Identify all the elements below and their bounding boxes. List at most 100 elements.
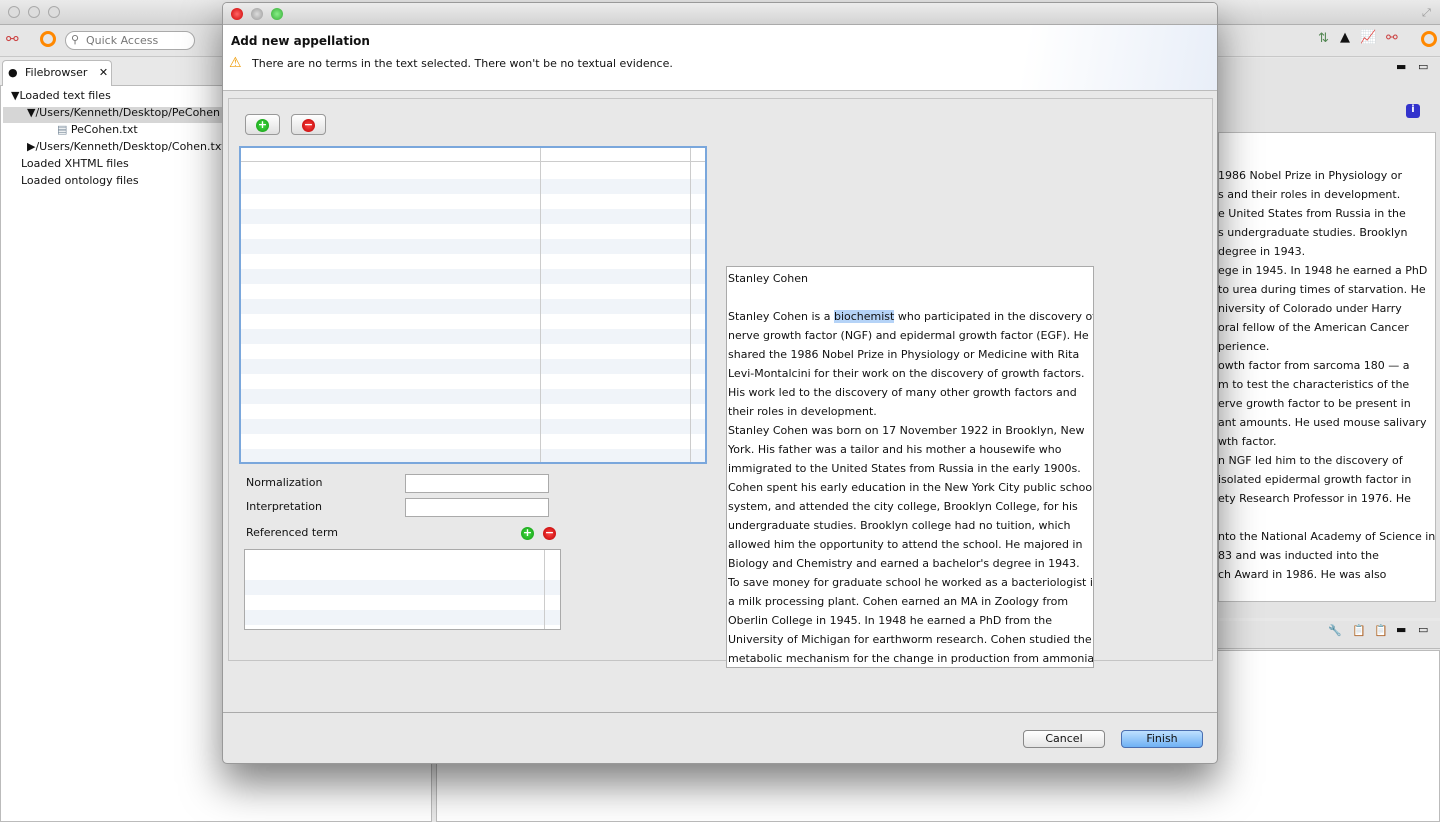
pyramid-icon[interactable]: ▲ — [1340, 30, 1350, 45]
text-line: Stanley Cohen was born on 17 November 19… — [728, 424, 1085, 437]
text-line: Stanley Cohen is a biochemist who partic… — [728, 310, 1094, 323]
zoom-window-button[interactable] — [48, 6, 60, 18]
text-line: University of Michigan for earthworm res… — [728, 633, 1092, 646]
text-line: a milk processing plant. Cohen earned an… — [728, 595, 1069, 608]
table-row[interactable] — [241, 389, 705, 404]
close-tab-icon[interactable]: ✕ — [99, 66, 108, 79]
tree-item-pecohen-folder[interactable]: ▼/Users/Kenneth/Desktop/PeCohen — [27, 106, 220, 119]
tree-item-loaded-xhtml[interactable]: Loaded XHTML files — [21, 157, 129, 170]
lower-right-toolbar: 🔧 📋 📋 ▬ ▭ — [1218, 621, 1440, 649]
remove-button[interactable]: − — [291, 114, 326, 135]
background-text-line: nto the National Academy of Science in — [1218, 530, 1436, 543]
tab-filebrowser[interactable]: ● Filebrowser ✕ — [2, 60, 112, 86]
table-row[interactable] — [241, 449, 705, 462]
dialog-close-button[interactable] — [231, 8, 243, 20]
dialog-minimize-button[interactable] — [251, 8, 263, 20]
text-line: metabolic mechanism for the change in pr… — [728, 652, 1094, 665]
add-clipboard-icon[interactable]: 📋 — [1374, 624, 1388, 637]
info-icon[interactable]: i — [1406, 104, 1420, 118]
table-row[interactable] — [241, 329, 705, 344]
normalization-input[interactable] — [405, 474, 549, 493]
background-text-line: degree in 1943. — [1218, 245, 1306, 258]
table-row[interactable] — [241, 359, 705, 374]
minus-icon: − — [302, 118, 315, 132]
tree-item-loaded-text-files[interactable]: ▼Loaded text files — [11, 89, 111, 102]
table-row[interactable] — [241, 269, 705, 284]
table-row[interactable] — [245, 580, 560, 595]
background-text-line: wth factor. — [1218, 435, 1277, 448]
add-button[interactable]: + — [245, 114, 280, 135]
referenced-term-table[interactable] — [244, 549, 561, 630]
table-row[interactable] — [241, 209, 705, 224]
network-icon-right[interactable]: ⚯ — [1386, 30, 1398, 46]
background-text-line: ege in 1945. In 1948 he earned a PhD — [1218, 264, 1428, 277]
normalization-label: Normalization — [246, 476, 323, 489]
background-text-line: isolated epidermal growth factor in — [1218, 473, 1412, 486]
warning-icon: ⚠ — [229, 55, 242, 71]
add-appellation-dialog: Add new appellation ⚠ There are no terms… — [222, 2, 1218, 764]
wrench-icon[interactable]: 🔧 — [1328, 624, 1342, 637]
appellation-table[interactable] — [239, 146, 707, 464]
text-title: Stanley Cohen — [728, 272, 808, 285]
filebrowser-icon: ● — [8, 66, 18, 79]
chart-icon[interactable]: 📈 — [1360, 30, 1376, 45]
text-line: their roles in development. — [728, 405, 877, 418]
table-row[interactable] — [241, 419, 705, 434]
background-text-line: n NGF led him to the discovery of — [1218, 454, 1403, 467]
warning-message: There are no terms in the text selected.… — [252, 57, 673, 70]
table-row[interactable] — [241, 299, 705, 314]
appellation-group: + − Normalization Interpretation Referen… — [228, 98, 1213, 668]
table-row[interactable] — [241, 239, 705, 254]
minimize-icon[interactable]: ▬ — [1396, 60, 1406, 73]
tree-item-cohen-file[interactable]: ▶/Users/Kenneth/Desktop/Cohen.txt — [27, 140, 226, 153]
table-row[interactable] — [245, 610, 560, 625]
text-line: York. His father was a tailor and his mo… — [728, 443, 1062, 456]
source-text-area[interactable]: Stanley Cohen Stanley Cohen is a biochem… — [726, 266, 1094, 668]
maximize-icon[interactable]: ▭ — [1418, 60, 1428, 73]
sort-icon[interactable]: ⇅ — [1318, 31, 1329, 46]
interpretation-input[interactable] — [405, 498, 549, 517]
referenced-term-label: Referenced term — [246, 526, 338, 539]
plus-icon: + — [256, 118, 269, 132]
background-text-line: erve growth factor to be present in — [1218, 397, 1411, 410]
background-text-line: owth factor from sarcoma 180 — a — [1218, 359, 1410, 372]
background-text-line: oral fellow of the American Cancer — [1218, 321, 1409, 334]
fullscreen-icon[interactable]: ⤢ — [1422, 6, 1431, 20]
text-line: To save money for graduate school he wor… — [728, 576, 1094, 589]
search-icon: ⚲ — [71, 33, 80, 46]
perspective-icon[interactable] — [40, 31, 56, 47]
network-icon[interactable]: ⚯ — [6, 30, 19, 48]
text-line: Levi-Montalcini for their work on the di… — [728, 367, 1085, 380]
text-line: Cohen spent his early education in the N… — [728, 481, 1094, 494]
text-line: His work led to the discovery of many ot… — [728, 386, 1077, 399]
table-header — [241, 148, 705, 162]
edit-clipboard-icon[interactable]: 📋 — [1352, 624, 1366, 637]
tree-item-pecohen-file[interactable]: ▤ PeCohen.txt — [57, 123, 138, 136]
text-line: Biology and Chemistry and earned a bache… — [728, 557, 1080, 570]
interpretation-label: Interpretation — [246, 500, 322, 513]
background-text-line: 1986 Nobel Prize in Physiology or — [1218, 169, 1402, 182]
background-text-line: m to test the characteristics of the — [1218, 378, 1410, 391]
add-referenced-term-icon[interactable]: + — [521, 527, 534, 540]
table-row[interactable] — [241, 179, 705, 194]
close-window-button[interactable] — [8, 6, 20, 18]
dialog-header: Add new appellation ⚠ There are no terms… — [223, 25, 1217, 91]
minimize-icon-lower[interactable]: ▬ — [1396, 623, 1406, 636]
background-text-line: ch Award in 1986. He was also — [1218, 568, 1387, 581]
perspective-icon-right[interactable] — [1421, 31, 1437, 47]
minimize-window-button[interactable] — [28, 6, 40, 18]
background-text-line: e United States from Russia in the — [1218, 207, 1406, 220]
finish-button[interactable]: Finish — [1121, 730, 1203, 748]
background-text-line: ant amounts. He used mouse salivary — [1218, 416, 1427, 429]
text-line: undergraduate studies. Brooklyn college … — [728, 519, 1071, 532]
quick-access-input[interactable]: ⚲ Quick Access — [65, 31, 195, 50]
dialog-title: Add new appellation — [231, 34, 370, 48]
selected-text[interactable]: biochemist — [833, 310, 895, 323]
cancel-button[interactable]: Cancel — [1023, 730, 1105, 748]
maximize-icon-lower[interactable]: ▭ — [1418, 623, 1428, 636]
dialog-title-bar — [223, 3, 1217, 25]
remove-referenced-term-icon[interactable]: − — [543, 527, 556, 540]
tree-item-loaded-ontology[interactable]: Loaded ontology files — [21, 174, 139, 187]
dialog-zoom-button[interactable] — [271, 8, 283, 20]
background-text-line: 83 and was inducted into the — [1218, 549, 1379, 562]
